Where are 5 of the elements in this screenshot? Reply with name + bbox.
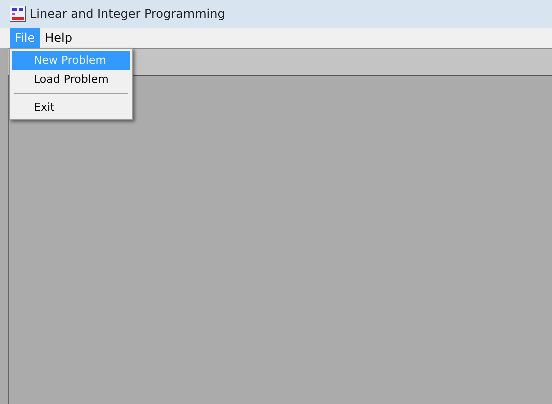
menu-item[interactable]: Help [40,28,78,48]
menu-option[interactable]: Load Problem [12,70,130,89]
app-icon [10,6,26,22]
menu-option[interactable]: Exit [12,98,130,117]
window-title: Linear and Integer Programming [30,7,226,21]
